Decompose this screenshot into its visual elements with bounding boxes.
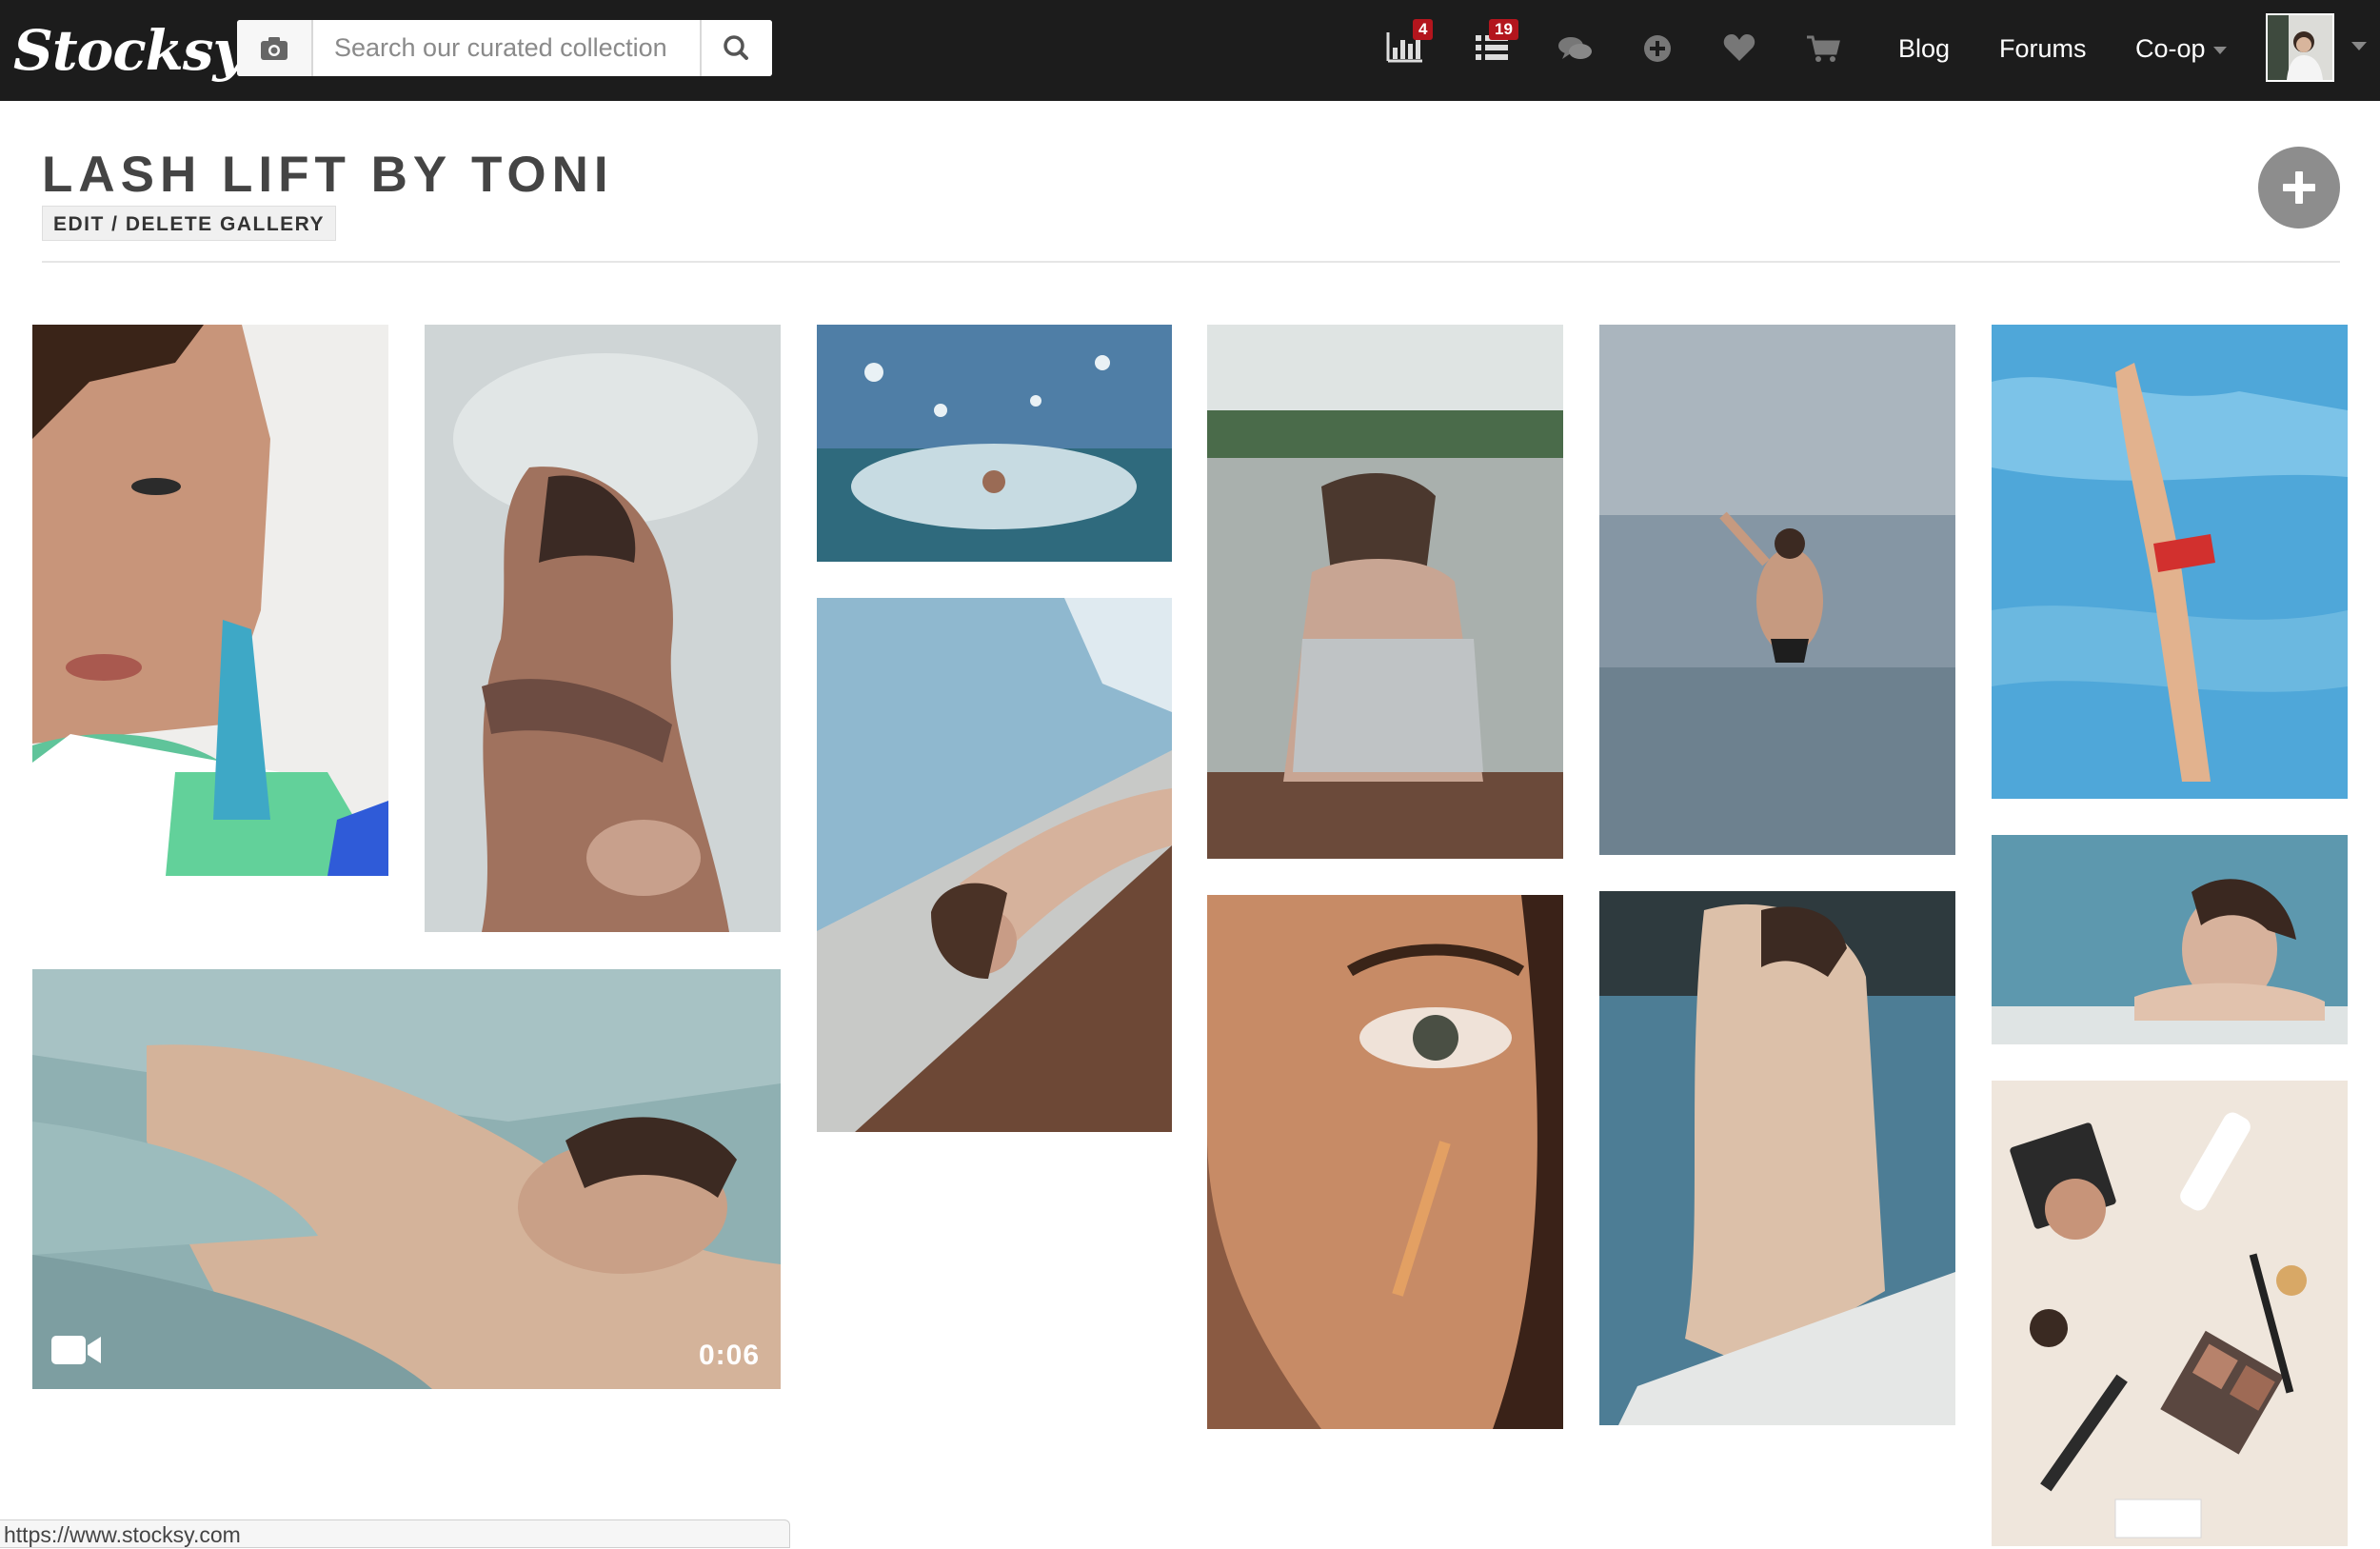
pool-swimmer-image	[1992, 325, 2348, 799]
heart-icon	[1723, 34, 1755, 61]
gallery-photo-5[interactable]	[1207, 325, 1563, 859]
makeup-flatlay-image	[1992, 1081, 2348, 1546]
gallery-photo-3[interactable]	[817, 325, 1172, 562]
gallery-photo-11[interactable]	[1992, 1081, 2348, 1546]
edit-delete-gallery-button[interactable]: EDIT / DELETE GALLERY	[42, 206, 337, 241]
gallery-title: LASH LIFT BY TONI	[42, 147, 614, 203]
poolside-portrait-image	[1992, 835, 2348, 1044]
gallery-photo-10[interactable]	[1992, 835, 2348, 1044]
blog-link[interactable]: Blog	[1898, 29, 1950, 69]
chat-bubbles-icon	[1558, 37, 1592, 59]
upload-nav-button[interactable]	[1634, 25, 1681, 72]
cart-nav-button[interactable]	[1799, 25, 1847, 72]
chevron-down-icon	[2212, 46, 2227, 54]
search-input[interactable]	[313, 20, 689, 76]
underwater-reflection-image	[425, 325, 781, 932]
top-navigation-bar: Stocksy 4	[0, 0, 2380, 101]
stocksy-logo[interactable]: Stocksy	[13, 17, 245, 84]
portrait-freckles-image	[32, 325, 388, 876]
pool-edge-bodysuit-image	[1599, 891, 1955, 1425]
video-duration: 0:06	[698, 1340, 760, 1371]
lake-swimsuit-image	[1207, 325, 1563, 859]
coop-menu[interactable]: Co-op	[2135, 29, 2227, 69]
ocean-splash-image	[817, 325, 1172, 562]
video-camera-icon	[51, 1336, 101, 1364]
messages-nav-button[interactable]	[1552, 25, 1599, 72]
gallery-photo-4[interactable]	[817, 598, 1172, 1132]
lists-badge: 19	[1489, 19, 1518, 40]
account-menu-chevron-icon[interactable]	[2351, 42, 2367, 50]
poolside-reclining-image	[817, 598, 1172, 1132]
coop-label: Co-op	[2135, 34, 2206, 63]
eye-closeup-image	[1207, 895, 1563, 1429]
plus-circle-icon	[1644, 35, 1671, 62]
browser-status-url: https://www.stocksy.com	[0, 1519, 790, 1548]
gallery-video-1[interactable]: 0:06	[32, 969, 781, 1389]
add-to-gallery-button[interactable]	[2258, 147, 2340, 228]
gallery-photo-1[interactable]	[32, 325, 388, 876]
header-divider	[42, 261, 2340, 263]
search-icon	[724, 35, 748, 60]
gallery-photo-9[interactable]	[1992, 325, 2348, 799]
gallery-photo-8[interactable]	[1599, 891, 1955, 1425]
cart-icon	[1807, 35, 1840, 62]
favorites-nav-button[interactable]	[1716, 25, 1763, 72]
gallery-photo-7[interactable]	[1599, 325, 1955, 855]
forums-link[interactable]: Forums	[1999, 29, 2087, 69]
search-submit-button[interactable]	[700, 20, 772, 76]
camera-icon	[261, 37, 288, 60]
search-bar	[237, 20, 772, 76]
user-avatar[interactable]	[2266, 13, 2334, 82]
wading-in-water-image	[1599, 325, 1955, 855]
stats-badge: 4	[1413, 19, 1434, 40]
gallery-photo-6[interactable]	[1207, 895, 1563, 1429]
plus-icon	[2283, 171, 2315, 204]
gallery-photo-2[interactable]	[425, 325, 781, 932]
floating-woman-video-thumbnail	[32, 969, 781, 1389]
camera-search-button[interactable]	[237, 20, 313, 76]
